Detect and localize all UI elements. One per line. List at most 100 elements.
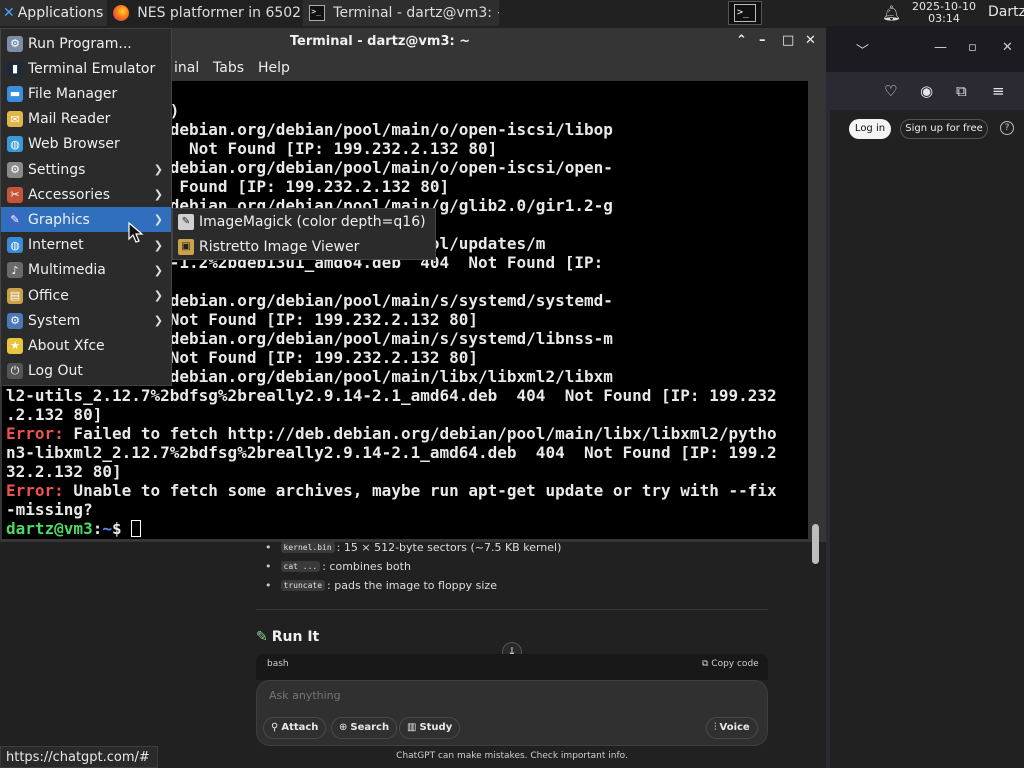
maximize-icon[interactable]: □ <box>782 33 794 48</box>
close-icon[interactable]: ✕ <box>805 33 816 48</box>
graphics-icon: ✎ <box>7 211 23 228</box>
chevron-up-icon[interactable]: ⌃ <box>736 33 747 48</box>
terminal-icon: >_ <box>309 5 326 21</box>
menu-item-office[interactable]: ▤ Office ❯ <box>1 283 171 308</box>
menu-item-label: Terminal Emulator <box>28 60 156 77</box>
menu-item-label: Mail Reader <box>28 111 111 128</box>
terminal-line: 32.2.132 80] <box>6 462 777 481</box>
firefox-icon <box>113 5 130 21</box>
line-text: Unable to fetch some archives, maybe run… <box>63 481 777 500</box>
copy-icon: ⧉ <box>702 659 712 669</box>
menu-item-label: Run Program... <box>28 35 132 52</box>
book-icon: ▥ <box>407 722 417 733</box>
settings-icon: ⚙ <box>7 161 23 178</box>
tab-list-chevron-icon[interactable]: ﹀ <box>856 40 869 59</box>
image-viewer-icon: ▣ <box>178 238 194 255</box>
notification-bell-icon[interactable]: 🔔︎ <box>882 4 901 22</box>
imagemagick-icon: ✎ <box>178 213 194 230</box>
multimedia-icon: ♪ <box>7 262 23 279</box>
close-icon[interactable]: ✕ <box>1002 40 1013 55</box>
line-text: l2-utils_2.12.7%2bdfsg%2breally2.9.14-2.… <box>6 386 777 405</box>
submenu-item-imagemagick[interactable]: ✎ ImageMagick (color depth=q16) <box>173 209 435 234</box>
menu-item-mail-reader[interactable]: ✉ Mail Reader <box>1 107 171 132</box>
menu-item-log-out[interactable]: ⏻ Log Out <box>1 359 171 384</box>
submenu-item-label: Ristretto Image Viewer <box>199 238 360 255</box>
menu-item-run-program[interactable]: ⚙ Run Program... <box>1 31 171 56</box>
user-menu[interactable]: Dartz <box>988 4 1024 20</box>
chevron-right-icon: ❯ <box>153 213 163 227</box>
hamburger-menu-icon[interactable]: ≡ <box>992 82 1005 100</box>
menu-item-terminal-emulator[interactable]: ▮ Terminal Emulator <box>1 56 171 81</box>
line-text: 32.2.132 80] <box>6 462 122 481</box>
extensions-icon[interactable]: ⧉ <box>956 82 967 100</box>
divider <box>256 609 768 610</box>
submenu-item-image-viewer[interactable]: ▣ Ristretto Image Viewer <box>173 234 435 259</box>
star-icon: ★ <box>7 337 23 354</box>
terminal-line: -missing? <box>6 500 777 519</box>
top-panel: ✕ Applications NES platformer in 6502 ..… <box>0 0 1024 26</box>
submenu-item-label: ImageMagick (color depth=q16) <box>199 213 426 230</box>
terminal-line: Error: Unable to fetch some archives, ma… <box>6 481 777 500</box>
shell-prompt[interactable]: dartz@vm3:~$ <box>6 519 777 538</box>
xfce-logo-icon: ✕ <box>3 5 15 21</box>
clock[interactable]: 2025-10-10 03:14 <box>904 1 984 25</box>
help-icon[interactable]: ? <box>1000 121 1014 135</box>
minimize-icon[interactable]: – <box>759 33 766 48</box>
line-text: -missing? <box>6 500 93 519</box>
applications-menu-button[interactable]: ✕ Applications <box>0 0 108 26</box>
chevron-right-icon: ❯ <box>153 188 163 202</box>
menu-item-system[interactable]: ⚙ System ❯ <box>1 308 171 333</box>
taskbar-item-firefox[interactable]: NES platformer in 6502 ... <box>107 0 303 26</box>
menu-terminal[interactable]: inal <box>174 60 199 76</box>
menu-item-graphics[interactable]: ✎ Graphics ❯ <box>1 207 171 233</box>
mail-icon: ✉ <box>7 111 23 128</box>
terminal-line: .2.132 80] <box>6 405 777 424</box>
menu-item-file-manager[interactable]: ▬ File Manager <box>1 81 171 106</box>
menu-help[interactable]: Help <box>258 60 290 76</box>
copy-code-button[interactable]: ⧉ Copy code <box>702 659 759 669</box>
waveform-icon: ⫶ <box>714 722 717 733</box>
menu-item-label: About Xfce <box>28 337 105 354</box>
section-title: ✎ Run It <box>256 629 320 645</box>
folder-icon: ▬ <box>7 85 23 102</box>
line-text: Failed to fetch http://deb.debian.org/de… <box>63 424 777 443</box>
taskbar-item-terminal[interactable]: >_ Terminal - dartz@vm3: ~ <box>303 0 500 26</box>
menu-item-settings[interactable]: ⚙ Settings ❯ <box>1 157 171 182</box>
chevron-right-icon: ❯ <box>153 263 163 277</box>
signup-button[interactable]: Sign up for free <box>900 119 988 139</box>
terminal-scrollbar[interactable] <box>809 81 824 564</box>
search-button[interactable]: ⊕ Search <box>331 717 398 739</box>
code-language: bash <box>267 659 289 669</box>
chevron-right-icon: ❯ <box>153 314 163 328</box>
minimize-icon[interactable]: — <box>934 40 947 55</box>
logout-icon: ⏻ <box>7 363 23 380</box>
run-program-icon: ⚙ <box>7 35 23 52</box>
chevron-right-icon: ❯ <box>153 238 163 252</box>
paperclip-icon: ⚲ <box>271 722 279 733</box>
login-button[interactable]: Log in <box>849 119 891 139</box>
chat-bullet-list: kernel.bin: 15 × 512-byte sectors (~7.5 … <box>265 538 561 595</box>
scrollbar-thumb[interactable] <box>812 524 819 564</box>
code-block <box>256 654 768 680</box>
voice-button[interactable]: ⫶ Voice <box>706 717 758 739</box>
chat-input[interactable] <box>269 689 749 702</box>
chevron-right-icon: ❯ <box>153 289 163 302</box>
menu-item-about-xfce[interactable]: ★ About Xfce <box>1 333 171 358</box>
study-button[interactable]: ▥ Study <box>399 717 461 739</box>
account-icon[interactable]: ◉ <box>920 82 933 100</box>
graphics-submenu: ✎ ImageMagick (color depth=q16) ▣ Ristretto… <box>172 208 436 260</box>
attach-button[interactable]: ⚲ Attach <box>263 717 327 739</box>
pocket-icon[interactable]: ♡ <box>884 82 897 100</box>
prompt-user: dartz@vm3 <box>6 519 93 538</box>
menu-item-internet[interactable]: ◍ Internet ❯ <box>1 233 171 258</box>
menu-item-label: Internet <box>28 237 84 254</box>
error-label: Error: <box>6 481 64 500</box>
menu-item-accessories[interactable]: ✂ Accessories ❯ <box>1 182 171 207</box>
list-item: cat ...: combines both <box>265 557 561 576</box>
menu-tabs[interactable]: Tabs <box>213 60 244 76</box>
menu-item-multimedia[interactable]: ♪ Multimedia ❯ <box>1 258 171 283</box>
menu-item-web-browser[interactable]: ◍ Web Browser <box>1 132 171 157</box>
tray-terminal-launcher[interactable]: >_ <box>728 1 762 25</box>
maximize-icon[interactable]: ▫ <box>968 40 977 55</box>
menu-item-label: System <box>28 312 81 329</box>
